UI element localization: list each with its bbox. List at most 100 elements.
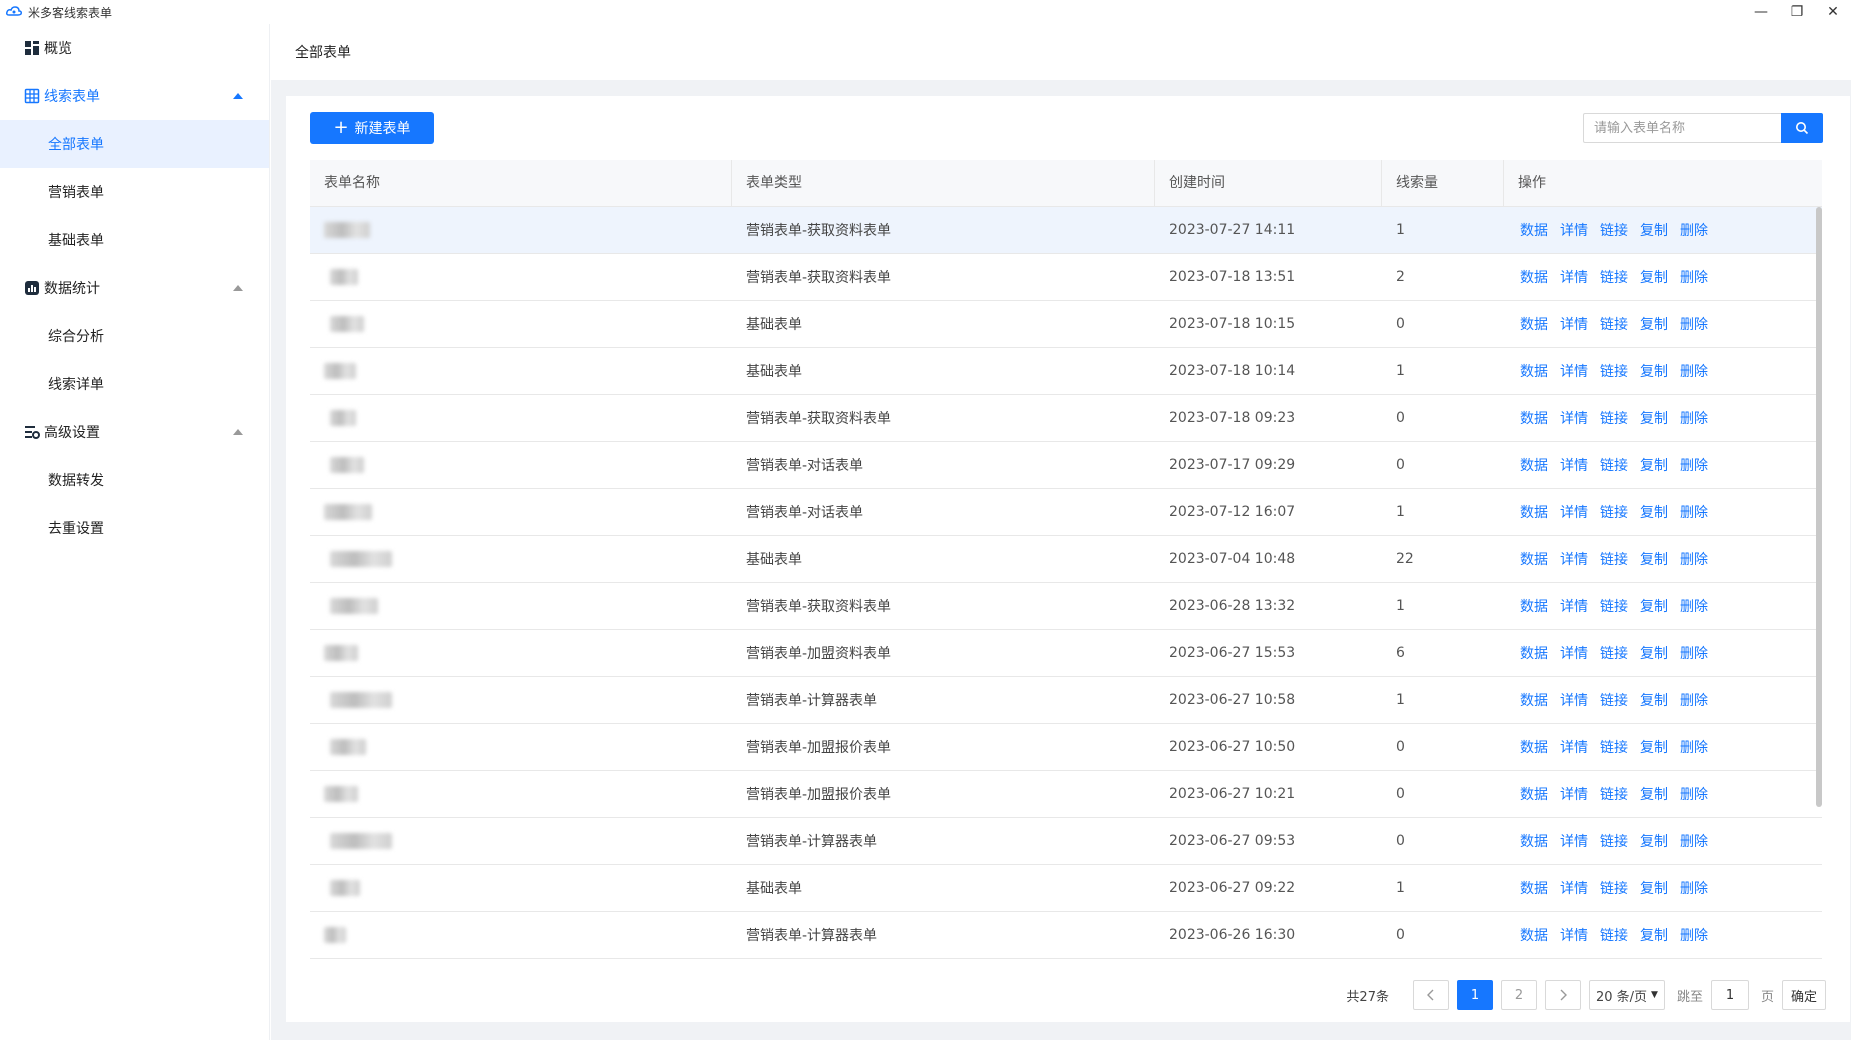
details-link[interactable]: 详情 — [1560, 643, 1588, 663]
data-link[interactable]: 数据 — [1520, 690, 1548, 710]
table-row[interactable]: 营销表单-对话表单 2023-07-17 09:29 0 数据 详情 链接 复制 删除 — [310, 442, 1822, 489]
sidebar-item-dedup-settings[interactable]: 去重设置 — [0, 504, 269, 552]
page-button-1[interactable]: 1 — [1456, 980, 1493, 1010]
copy-link[interactable]: 复制 — [1640, 408, 1668, 428]
copy-link[interactable]: 复制 — [1640, 878, 1668, 898]
data-link[interactable]: 数据 — [1520, 549, 1548, 569]
copy-link[interactable]: 复制 — [1640, 455, 1668, 475]
sidebar-item-all-forms[interactable]: 全部表单 — [0, 120, 269, 168]
details-link[interactable]: 详情 — [1560, 455, 1588, 475]
copy-link[interactable]: 复制 — [1640, 784, 1668, 804]
details-link[interactable]: 详情 — [1560, 925, 1588, 945]
share-link[interactable]: 链接 — [1600, 408, 1628, 428]
details-link[interactable]: 详情 — [1560, 737, 1588, 757]
data-link[interactable]: 数据 — [1520, 596, 1548, 616]
copy-link[interactable]: 复制 — [1640, 502, 1668, 522]
copy-link[interactable]: 复制 — [1640, 549, 1668, 569]
data-link[interactable]: 数据 — [1520, 737, 1548, 757]
details-link[interactable]: 详情 — [1560, 408, 1588, 428]
delete-link[interactable]: 删除 — [1680, 784, 1708, 804]
data-link[interactable]: 数据 — [1520, 314, 1548, 334]
table-row[interactable]: 营销表单-获取资料表单 2023-07-18 13:51 2 数据 详情 链接 复制 删除 — [310, 254, 1822, 301]
details-link[interactable]: 详情 — [1560, 784, 1588, 804]
copy-link[interactable]: 复制 — [1640, 643, 1668, 663]
table-row[interactable]: 营销表单-计算器表单 2023-06-26 16:30 0 数据 详情 链接 复制 删除 — [310, 912, 1822, 959]
details-link[interactable]: 详情 — [1560, 220, 1588, 240]
search-input[interactable] — [1583, 113, 1781, 143]
share-link[interactable]: 链接 — [1600, 831, 1628, 851]
details-link[interactable]: 详情 — [1560, 549, 1588, 569]
data-link[interactable]: 数据 — [1520, 643, 1548, 663]
delete-link[interactable]: 删除 — [1680, 549, 1708, 569]
sidebar-group-advanced[interactable]: 高级设置 — [0, 408, 269, 456]
table-row[interactable]: 营销表单-计算器表单 2023-06-27 10:58 1 数据 详情 链接 复制 删除 — [310, 677, 1822, 724]
copy-link[interactable]: 复制 — [1640, 596, 1668, 616]
new-form-button[interactable]: + 新建表单 — [310, 112, 434, 144]
delete-link[interactable]: 删除 — [1680, 878, 1708, 898]
data-link[interactable]: 数据 — [1520, 831, 1548, 851]
share-link[interactable]: 链接 — [1600, 878, 1628, 898]
table-row[interactable]: 营销表单-获取资料表单 2023-07-18 09:23 0 数据 详情 链接 复制 删除 — [310, 395, 1822, 442]
delete-link[interactable]: 删除 — [1680, 314, 1708, 334]
data-link[interactable]: 数据 — [1520, 267, 1548, 287]
delete-link[interactable]: 删除 — [1680, 831, 1708, 851]
prev-page-button[interactable] — [1412, 980, 1449, 1010]
sidebar-item-lead-details[interactable]: 线索详单 — [0, 360, 269, 408]
sidebar-item-analysis[interactable]: 综合分析 — [0, 312, 269, 360]
copy-link[interactable]: 复制 — [1640, 220, 1668, 240]
close-button[interactable]: ✕ — [1815, 0, 1851, 24]
delete-link[interactable]: 删除 — [1680, 643, 1708, 663]
copy-link[interactable]: 复制 — [1640, 925, 1668, 945]
share-link[interactable]: 链接 — [1600, 361, 1628, 381]
table-row[interactable]: 营销表单-加盟报价表单 2023-06-27 10:21 0 数据 详情 链接 复制 删除 — [310, 771, 1822, 818]
delete-link[interactable]: 删除 — [1680, 267, 1708, 287]
table-row[interactable]: 基础表单 2023-07-04 10:48 22 数据 详情 链接 复制 删除 — [310, 536, 1822, 583]
next-page-button[interactable] — [1544, 980, 1581, 1010]
details-link[interactable]: 详情 — [1560, 267, 1588, 287]
delete-link[interactable]: 删除 — [1680, 455, 1708, 475]
data-link[interactable]: 数据 — [1520, 784, 1548, 804]
table-scrollbar[interactable] — [1816, 207, 1822, 807]
data-link[interactable]: 数据 — [1520, 502, 1548, 522]
share-link[interactable]: 链接 — [1600, 220, 1628, 240]
data-link[interactable]: 数据 — [1520, 220, 1548, 240]
table-row[interactable]: 基础表单 2023-07-18 10:15 0 数据 详情 链接 复制 删除 — [310, 301, 1822, 348]
page-size-select[interactable]: 20 条/页 ▼ — [1588, 980, 1665, 1010]
table-row[interactable]: 营销表单-对话表单 2023-07-12 16:07 1 数据 详情 链接 复制 删除 — [310, 489, 1822, 536]
details-link[interactable]: 详情 — [1560, 690, 1588, 710]
delete-link[interactable]: 删除 — [1680, 361, 1708, 381]
share-link[interactable]: 链接 — [1600, 267, 1628, 287]
share-link[interactable]: 链接 — [1600, 549, 1628, 569]
share-link[interactable]: 链接 — [1600, 502, 1628, 522]
share-link[interactable]: 链接 — [1600, 784, 1628, 804]
copy-link[interactable]: 复制 — [1640, 267, 1668, 287]
data-link[interactable]: 数据 — [1520, 361, 1548, 381]
details-link[interactable]: 详情 — [1560, 831, 1588, 851]
search-button[interactable] — [1781, 113, 1823, 143]
details-link[interactable]: 详情 — [1560, 878, 1588, 898]
details-link[interactable]: 详情 — [1560, 361, 1588, 381]
delete-link[interactable]: 删除 — [1680, 220, 1708, 240]
table-row[interactable]: 营销表单-计算器表单 2023-06-27 09:53 0 数据 详情 链接 复制 删除 — [310, 818, 1822, 865]
table-row[interactable]: 营销表单-加盟资料表单 2023-06-27 15:53 6 数据 详情 链接 复制 删除 — [310, 630, 1822, 677]
share-link[interactable]: 链接 — [1600, 314, 1628, 334]
data-link[interactable]: 数据 — [1520, 408, 1548, 428]
delete-link[interactable]: 删除 — [1680, 690, 1708, 710]
jump-page-input[interactable] — [1710, 980, 1749, 1010]
details-link[interactable]: 详情 — [1560, 596, 1588, 616]
minimize-button[interactable]: — — [1743, 0, 1779, 24]
share-link[interactable]: 链接 — [1600, 690, 1628, 710]
copy-link[interactable]: 复制 — [1640, 361, 1668, 381]
copy-link[interactable]: 复制 — [1640, 831, 1668, 851]
table-row[interactable]: 营销表单-获取资料表单 2023-07-27 14:11 1 数据 详情 链接 复制 删除 — [310, 207, 1822, 254]
data-link[interactable]: 数据 — [1520, 878, 1548, 898]
sidebar-item-marketing-forms[interactable]: 营销表单 — [0, 168, 269, 216]
table-row[interactable]: 营销表单-获取资料表单 2023-06-28 13:32 1 数据 详情 链接 复制 删除 — [310, 583, 1822, 630]
details-link[interactable]: 详情 — [1560, 314, 1588, 334]
data-link[interactable]: 数据 — [1520, 925, 1548, 945]
delete-link[interactable]: 删除 — [1680, 408, 1708, 428]
page-button-2[interactable]: 2 — [1500, 980, 1537, 1010]
sidebar-item-basic-forms[interactable]: 基础表单 — [0, 216, 269, 264]
details-link[interactable]: 详情 — [1560, 502, 1588, 522]
sidebar-group-statistics[interactable]: 数据统计 — [0, 264, 269, 312]
